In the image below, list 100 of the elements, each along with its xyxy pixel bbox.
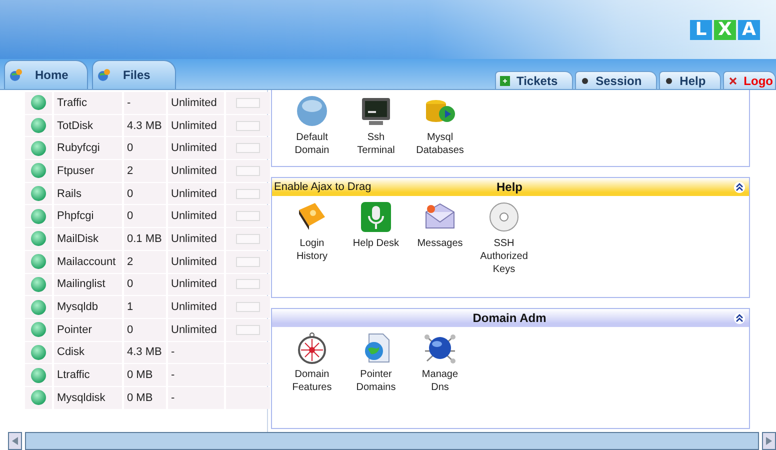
resource-usage: 0 [124,205,166,228]
quota-field[interactable] [236,120,260,131]
status-dot-icon [31,300,46,315]
resource-usage: 2 [124,250,166,272]
resource-limit: Unlimited [168,250,224,272]
status-dot-icon [31,254,46,270]
quota-field[interactable] [236,166,260,176]
table-cell [226,364,270,386]
right-arrow-icon [766,437,772,445]
resource-usage: 0.1 MB [124,228,166,250]
scrollbar-track[interactable] [25,432,759,450]
quota-field[interactable] [236,302,260,312]
resource-name: Phpfcgi [54,205,122,228]
disc-icon [487,200,521,234]
resource-name: Mysqldisk [54,386,122,409]
resource-limit: Unlimited [168,274,224,296]
resource-usage: 1 [124,296,166,318]
quota-field[interactable] [236,98,260,108]
tab[interactable]: Tickets [495,71,573,89]
status-dot-icon [31,344,46,360]
table-cell [226,386,270,409]
resource-usage: - [124,92,166,114]
shortcut-link[interactable]: Mysql Databases [416,131,464,157]
resource-name: Traffic [54,92,122,114]
resource-limit: Unlimited [168,296,224,318]
shortcut-link[interactable]: Login History [296,237,328,263]
resource-name: MailDisk [54,228,122,250]
resource-limit: Unlimited [168,137,224,160]
resource-limit: Unlimited [168,114,224,136]
logo-letter: X [714,20,736,40]
status-dot-icon [31,140,46,156]
status-dot-icon [31,231,46,246]
resource-limit: Unlimited [168,182,224,204]
resource-name: Pointer [54,318,122,341]
globe-icon [9,68,23,82]
shortcut-link[interactable]: Pointer Domains [356,368,396,394]
shortcut-link[interactable]: Ssh Terminal [357,131,395,157]
scroll-left-button[interactable] [8,432,22,450]
resource-usage: 0 MB [124,364,166,386]
resource-limit: Unlimited [168,92,224,114]
globe-icon [295,94,329,128]
tab[interactable]: Files [92,60,176,89]
panel-title: Domain Adm [472,311,546,325]
tab[interactable]: Help [658,71,721,89]
status-dot-icon [31,118,46,134]
quota-field[interactable] [236,188,260,199]
resource-name: Ltraffic [54,364,122,386]
resource-usage: 4.3 MB [124,342,166,364]
resource-name: Ftpuser [54,160,122,182]
close-icon [728,76,738,86]
shortcut-link[interactable]: Messages [417,237,463,250]
quota-field[interactable] [236,211,260,222]
resource-usage: 4.3 MB [124,114,166,136]
resource-usage: 0 [124,274,166,296]
panel-title: Help [496,180,522,194]
status-dot-icon [31,390,46,406]
resource-limit: - [168,342,224,364]
resource-name: Mysqldb [54,296,122,318]
status-dot-icon [31,322,46,338]
resource-usage: 2 [124,160,166,182]
resource-name: Rails [54,182,122,204]
collapse-icon[interactable] [734,312,745,324]
resource-name: Rubyfcgi [54,137,122,160]
logo-letter: A [738,20,760,40]
shortcut-link[interactable]: Domain Features [292,368,332,394]
status-dot-icon [31,163,46,178]
status-dot-icon [31,186,46,202]
resource-usage: 0 [124,318,166,341]
compass-icon [295,331,329,365]
resource-usage: 0 [124,137,166,160]
collapse-icon[interactable] [734,182,745,192]
microphone-icon [359,200,393,234]
ticket-icon [500,76,510,86]
resource-name: Mailaccount [54,250,122,272]
shortcut-link[interactable]: Default Domain [294,131,330,157]
tab[interactable]: Home [4,60,88,89]
logo-letter: L [690,20,712,40]
quota-field[interactable] [236,256,260,267]
resource-usage: 0 [124,182,166,204]
resource-limit: Unlimited [168,205,224,228]
quota-field[interactable] [236,324,260,335]
resource-name: TotDisk [54,114,122,136]
status-dot-icon [31,208,46,224]
resource-limit: Unlimited [168,160,224,182]
status-dot-icon [31,276,46,292]
shortcut-link[interactable]: Help Desk [352,237,400,250]
shortcut-link[interactable]: SSH Authorized Keys [480,237,528,276]
shortcut-link[interactable]: Manage Dns [422,368,458,394]
quota-field[interactable] [236,279,260,290]
drag-label: Enable Ajax to Drag [274,181,372,193]
left-arrow-icon [12,437,18,445]
tab[interactable]: Session [574,71,657,89]
resource-limit: - [168,386,224,409]
scroll-right-button[interactable] [762,432,776,450]
status-dot-icon [31,368,46,383]
globe-icon [97,68,111,82]
resource-limit: Unlimited [168,228,224,250]
quota-field[interactable] [236,143,260,154]
resource-limit: Unlimited [168,318,224,341]
quota-field[interactable] [236,234,260,244]
